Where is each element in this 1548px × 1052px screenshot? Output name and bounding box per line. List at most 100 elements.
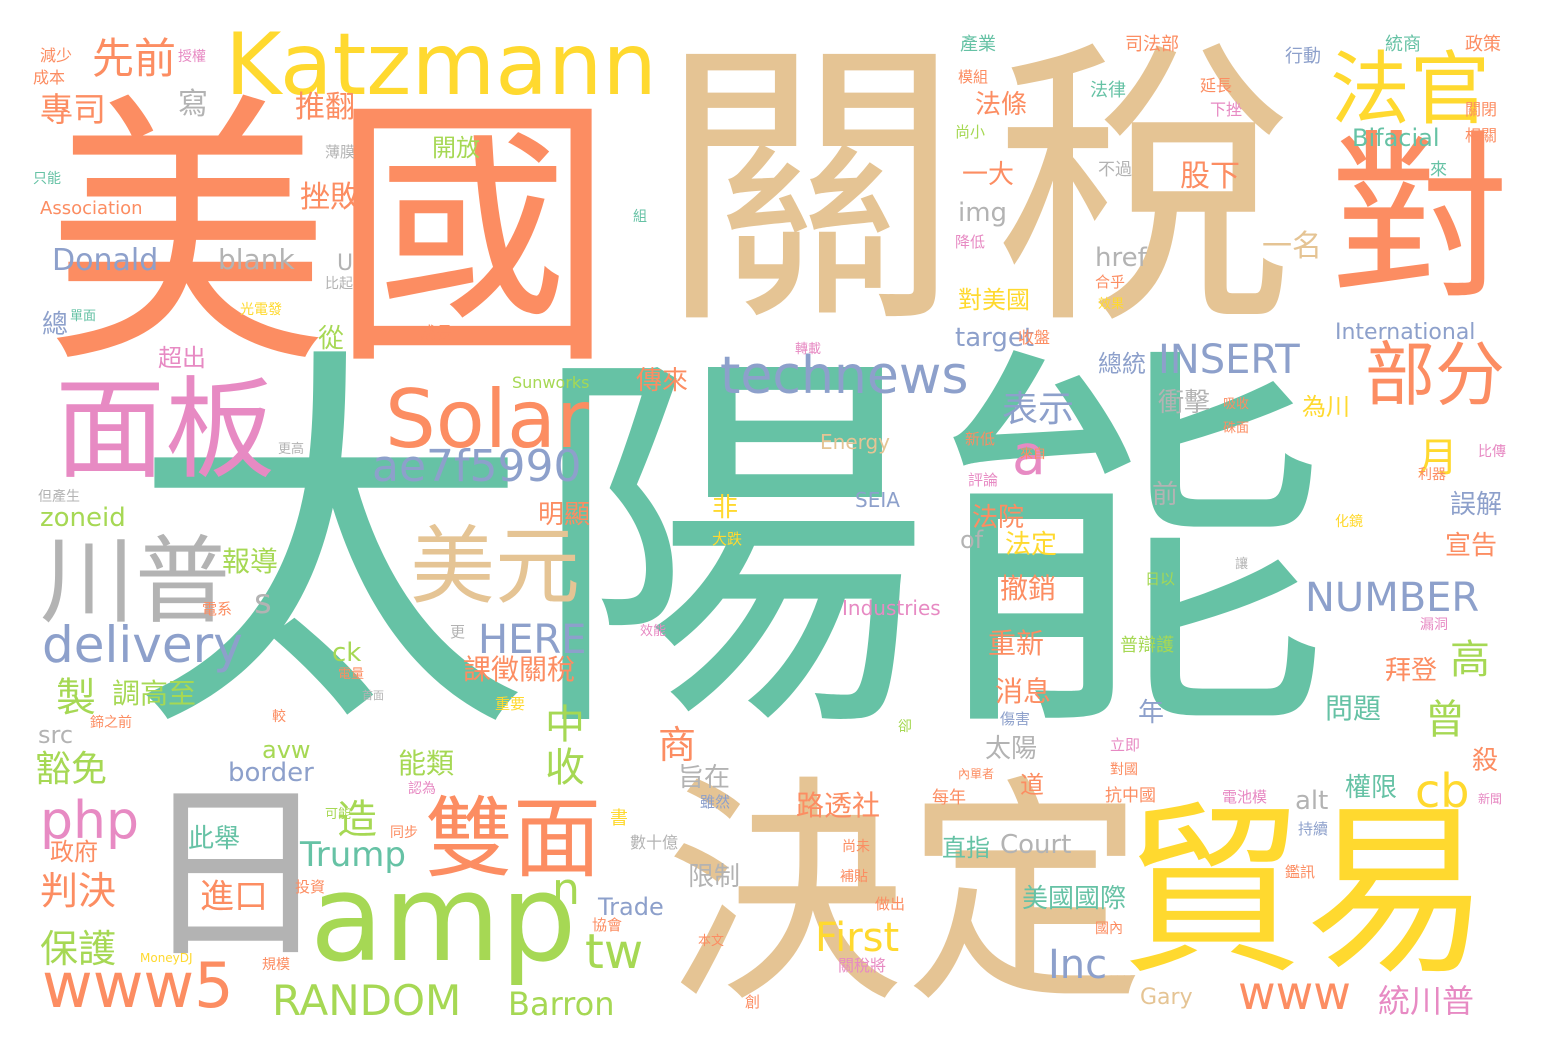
word: 評論: [968, 471, 999, 489]
word: 補貼: [840, 869, 868, 885]
word: 直指: [942, 834, 990, 862]
word: 面板: [55, 366, 275, 494]
word: Inc: [1048, 942, 1108, 988]
word: 新聞: [1478, 792, 1503, 806]
word: 首面: [362, 689, 384, 702]
word: 此舉: [188, 824, 241, 854]
word: 薄膜: [325, 143, 356, 161]
word: 消息: [995, 675, 1052, 708]
word: s: [254, 582, 272, 622]
word: First: [815, 915, 900, 961]
word: 一大: [962, 160, 1015, 190]
word: 旨在: [678, 763, 731, 793]
word: 商: [658, 723, 697, 767]
word: 對美國: [958, 286, 1030, 314]
word: 硃面: [1223, 421, 1250, 436]
word: 效能: [640, 624, 667, 639]
word: 日以: [1145, 570, 1176, 588]
word: 投資: [295, 878, 326, 896]
word: Barron: [508, 985, 615, 1023]
word: border: [228, 758, 314, 788]
word: 不過: [1098, 160, 1132, 180]
word: 較: [272, 709, 286, 725]
word: SEIA: [855, 488, 900, 512]
word: 關: [660, 15, 960, 364]
word: 電池模: [1222, 788, 1268, 806]
word: 中: [545, 702, 585, 748]
word: 鍗之前: [90, 715, 132, 731]
word: zoneid: [40, 503, 126, 533]
word: href: [1095, 243, 1147, 273]
word: U: [337, 251, 354, 276]
word: 為川: [1302, 393, 1350, 421]
word: 統川普: [1378, 982, 1475, 1020]
word: 專司: [40, 90, 106, 129]
word: 對國: [1110, 762, 1138, 778]
word: 來: [1430, 160, 1447, 180]
word: Industries: [842, 596, 941, 620]
word: 權限: [1345, 773, 1398, 803]
word: Energy: [820, 430, 891, 454]
word: 道: [1020, 771, 1044, 799]
word: 授權: [178, 49, 206, 65]
word: 單面: [70, 309, 97, 324]
word: 利器: [1418, 467, 1446, 483]
word: 延長: [1200, 76, 1233, 95]
word: 判決: [40, 869, 117, 913]
word: 部分: [1365, 334, 1505, 416]
word: 政策: [1465, 34, 1501, 55]
word: 傳來: [636, 366, 689, 396]
word: Trump: [300, 835, 407, 875]
word: INSERT: [1158, 337, 1300, 383]
word: 曾: [1425, 697, 1465, 743]
word: 尚小: [955, 123, 986, 141]
word: Katzmann: [225, 15, 657, 115]
word: 撤銷: [1000, 572, 1057, 605]
word: 稅: [995, 15, 1295, 364]
word: 讓: [1235, 557, 1249, 572]
word: 太陽能: [130, 317, 1330, 782]
word: 從: [318, 324, 345, 354]
word: 更高: [278, 442, 305, 457]
word: 組: [633, 209, 647, 225]
word: 重要: [495, 695, 526, 713]
word: 做出: [875, 895, 906, 913]
word: 路透社: [796, 789, 881, 822]
word: RANDOM: [272, 976, 462, 1025]
word: 對: [1330, 115, 1511, 324]
word: 下挫: [1210, 100, 1243, 119]
word: 股下: [1180, 159, 1240, 194]
word: 衝擊: [1158, 388, 1211, 418]
word: 數十億: [630, 833, 679, 852]
word: 豁免: [35, 749, 108, 790]
word: 法條: [975, 90, 1028, 120]
word: 日: [140, 764, 331, 985]
word: of: [960, 526, 984, 554]
word: 可能: [325, 807, 352, 822]
word: MoneyDJ: [140, 951, 193, 965]
word: 化鏡: [1335, 514, 1363, 530]
word: 總統: [1098, 350, 1146, 378]
word: 每年: [932, 788, 966, 808]
word: 統商: [1385, 34, 1421, 55]
word: 關稅將: [838, 956, 887, 975]
word: ck: [332, 638, 362, 668]
word: 收盤: [1018, 328, 1051, 347]
word: 年: [1138, 698, 1165, 728]
word: src: [38, 721, 74, 749]
word: 模組: [958, 68, 989, 86]
word: 規模: [262, 957, 290, 973]
word: 限制: [688, 862, 741, 892]
word: 卻: [898, 719, 912, 735]
word: 雖然: [700, 793, 731, 811]
word: 明顯: [538, 500, 591, 530]
word: 內單者: [958, 767, 995, 781]
word: 重新: [988, 627, 1045, 660]
word: 開放: [432, 134, 480, 162]
word: blank: [218, 243, 295, 276]
word: 大跌: [712, 530, 743, 548]
word: 鑑訊: [1285, 863, 1316, 881]
word: 減少: [40, 46, 73, 65]
word: 產業: [960, 34, 996, 55]
word: 殺: [1472, 746, 1499, 776]
